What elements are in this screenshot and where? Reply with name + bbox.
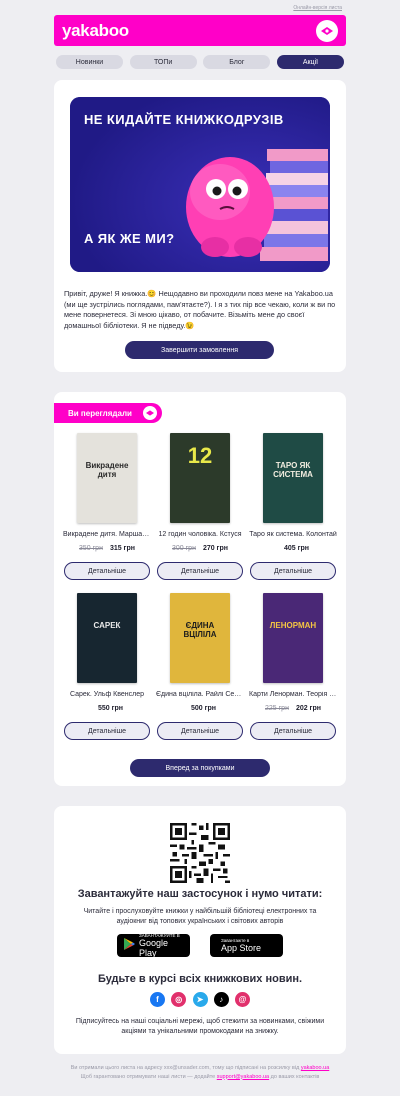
book-card: САРЕК Сарек. Ульф Квенслер 550 грн Детал… <box>63 593 151 740</box>
book-title[interactable]: Єдина вціліла. Райлі Сейґер <box>156 691 244 698</box>
book-cover-text: Викрадене дитя <box>85 461 129 479</box>
yakaboo-badge-icon[interactable] <box>316 19 338 42</box>
current-price: 500 грн <box>190 705 217 712</box>
book-price: 350 грн 315 грн <box>63 545 151 554</box>
book-cover[interactable]: Викрадене дитя <box>77 433 137 523</box>
details-button[interactable]: Детальніше <box>250 722 336 740</box>
details-button[interactable]: Детальніше <box>157 562 243 580</box>
promo-text: Привіт, друже! Я книжка.😊 Нещодавно ви п… <box>64 289 336 330</box>
book-title[interactable]: 12 годин чоловіка. Кстуся <box>156 531 244 538</box>
facebook-icon[interactable]: f <box>150 992 165 1007</box>
book-card: ТАРО ЯК СИСТЕМА Таро як система. Колонта… <box>249 433 337 580</box>
tiktok-icon[interactable]: ♪ <box>213 992 229 1007</box>
details-button[interactable]: Детальніше <box>250 562 336 580</box>
old-price: 225 грн <box>265 705 289 712</box>
book-cover[interactable]: 12 <box>170 433 230 523</box>
details-button[interactable]: Детальніше <box>157 722 243 740</box>
app-card: Завантажуйте наш застосунок і нумо читат… <box>54 806 346 1054</box>
threads-icon[interactable]: @ <box>235 992 250 1007</box>
book-cover-text: 12 <box>187 443 213 468</box>
book-price: 405 грн <box>249 545 337 554</box>
book-cover-text: ЄДИНА ВЦІЛІЛА <box>183 621 217 639</box>
hero-title: НЕ КИДАЙТЕ КНИЖКОДРУЗІВ <box>84 112 284 127</box>
yakaboo-badge-icon <box>143 406 157 420</box>
google-play-icon <box>124 937 135 955</box>
tab-aktsii[interactable]: Акції <box>276 55 344 69</box>
current-price: 270 грн <box>202 545 228 552</box>
viewed-products-card: Ви переглядали Викрадене дитя Викрадене … <box>54 392 346 786</box>
viewed-tag-label: Ви переглядали <box>68 408 132 418</box>
current-price: 550 грн <box>97 705 124 712</box>
hero-banner[interactable]: НЕ КИДАЙТЕ КНИЖКОДРУЗІВ А ЯК ЖЕ МИ? <box>70 97 330 272</box>
book-price: 500 грн <box>156 705 244 714</box>
current-price: 315 грн <box>109 545 135 552</box>
news-title: Будьте в курсі всіх книжкових новин. <box>97 973 303 985</box>
book-cover[interactable]: ТАРО ЯК СИСТЕМА <box>263 433 323 523</box>
header-bar: yakaboo <box>54 15 346 46</box>
book-price: 300 грн 270 грн <box>156 545 244 554</box>
current-price: 202 грн <box>295 705 321 712</box>
social-links: f ◎ ➤ ♪ @ <box>150 992 250 1007</box>
footer-site-link[interactable]: yakaboo.ua <box>301 1065 329 1071</box>
book-card: 12 12 годин чоловіка. Кстуся 300 грн 270 … <box>156 433 244 580</box>
book-card: ЄДИНА ВЦІЛІЛА Єдина вціліла. Райлі Сейґе… <box>156 593 244 740</box>
tab-blog[interactable]: Блог <box>203 55 271 69</box>
book-price: 225 грн 202 грн <box>249 705 337 714</box>
book-cover[interactable]: САРЕК <box>77 593 137 683</box>
book-card: ЛЕНОРМАН Карти Ленорман. Теорія і практи… <box>249 593 337 740</box>
footer-text: Ви отримали цього листа на адресу xxx@un… <box>70 1065 300 1071</box>
tab-topy[interactable]: ТОПи <box>129 55 197 69</box>
app-text: Читайте і прослуховуйте книжки у найбіль… <box>83 908 317 925</box>
details-button[interactable]: Детальніше <box>64 722 150 740</box>
google-play-label: Google Play <box>139 938 169 958</box>
book-title[interactable]: Викрадене дитя. Марша Форчук <box>63 531 151 538</box>
promo-card: НЕ КИДАЙТЕ КНИЖКОДРУЗІВ А ЯК ЖЕ МИ? Прив… <box>54 80 346 372</box>
pink-monster-graphic <box>186 157 274 257</box>
news-text: Підписуйтесь на наші соціальні мережі, щ… <box>75 1018 325 1035</box>
book-card: Викрадене дитя Викрадене дитя. Марша Фор… <box>63 433 151 580</box>
app-store-label: App Store <box>221 943 262 953</box>
footer: Ви отримали цього листа на адресу xxx@un… <box>66 1064 334 1081</box>
app-title: Завантажуйте наш застосунок і нумо читат… <box>77 888 323 900</box>
continue-shopping-button[interactable]: Вперед за покупками <box>130 759 270 777</box>
book-cover[interactable]: ЛЕНОРМАН <box>263 593 323 683</box>
current-price: 405 грн <box>283 545 310 552</box>
details-button[interactable]: Детальніше <box>64 562 150 580</box>
book-cover-text: САРЕК <box>93 621 121 630</box>
main-nav: Новинки ТОПи Блог Акції <box>56 55 344 69</box>
book-cover-text: ЛЕНОРМАН <box>269 621 317 630</box>
book-price: 550 грн <box>63 705 151 714</box>
yakaboo-logo[interactable]: yakaboo <box>62 21 129 41</box>
book-cover[interactable]: ЄДИНА ВЦІЛІЛА <box>170 593 230 683</box>
google-play-button[interactable]: ЗАВАНТАЖУЙТЕ В Google Play <box>117 933 190 958</box>
telegram-icon[interactable]: ➤ <box>192 992 208 1007</box>
footer-text: Щоб гарантовано отримувати наші листи — … <box>80 1073 216 1080</box>
book-cover-text: ТАРО ЯК СИСТЕМА <box>273 461 313 479</box>
app-store-button[interactable]: Завантажте в App Store <box>210 934 283 957</box>
instagram-icon[interactable]: ◎ <box>171 992 187 1007</box>
tab-novynky[interactable]: Новинки <box>56 55 123 69</box>
book-title[interactable]: Таро як система. Колонтай <box>249 531 337 538</box>
complete-order-button[interactable]: Завершити замовлення <box>125 341 274 359</box>
old-price: 300 грн <box>172 545 196 552</box>
hero-subtitle: А ЯК ЖЕ МИ? <box>84 231 175 246</box>
browser-version-link[interactable]: Онлайн-версія листа <box>293 5 342 11</box>
footer-text: до ваших контактів <box>270 1073 320 1080</box>
old-price: 350 грн <box>79 545 103 552</box>
qr-code[interactable] <box>170 823 230 883</box>
footer-support-link[interactable]: support@yakaboo.ua <box>217 1074 269 1080</box>
book-title[interactable]: Сарек. Ульф Квенслер <box>63 691 151 698</box>
book-title[interactable]: Карти Ленорман. Теорія і практика <box>249 691 337 698</box>
viewed-tag: Ви переглядали <box>54 403 162 423</box>
